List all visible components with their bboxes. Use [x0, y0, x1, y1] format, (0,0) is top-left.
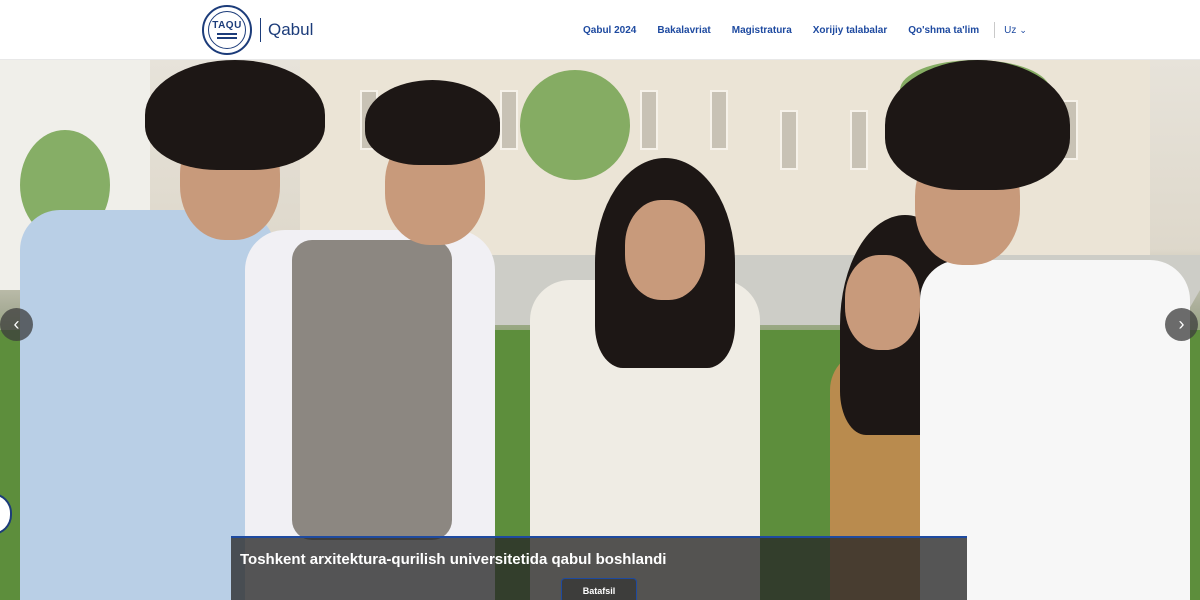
- main-nav: Qabul 2024 Bakalavriat Magistratura Xori…: [583, 0, 1027, 60]
- chevron-left-icon: ‹: [13, 314, 20, 334]
- site-header: TAQU Qabul Qabul 2024 Bakalavriat Magist…: [0, 0, 1200, 60]
- nav-item-bakalavriat[interactable]: Bakalavriat: [657, 25, 710, 36]
- slide-caption-title: Toshkent arxitektura-qurilish universite…: [240, 551, 667, 568]
- brand-divider: [260, 18, 261, 42]
- chevron-right-icon: ›: [1178, 314, 1185, 334]
- nav-item-xorijiy-talabalar[interactable]: Xorijiy talabalar: [813, 25, 887, 36]
- brand[interactable]: TAQU Qabul: [202, 5, 313, 55]
- nav-item-qabul-2024[interactable]: Qabul 2024: [583, 25, 636, 36]
- nav-item-magistratura[interactable]: Magistratura: [732, 25, 792, 36]
- university-logo[interactable]: TAQU: [202, 5, 252, 55]
- chevron-down-icon: ⌄: [1019, 24, 1027, 35]
- language-label: Uz: [1004, 24, 1017, 36]
- slider-next-button[interactable]: ›: [1165, 308, 1198, 341]
- details-button[interactable]: Batafsil: [561, 578, 637, 600]
- nav-item-qoshma-talim[interactable]: Qo'shma ta'lim: [908, 25, 979, 36]
- logo-emblem: TAQU: [208, 11, 246, 49]
- language-selector[interactable]: Uz ⌄: [1004, 25, 1027, 36]
- hero-image-tree: [520, 70, 630, 180]
- logo-text: TAQU: [212, 20, 242, 31]
- slider-prev-button[interactable]: ‹: [0, 308, 33, 341]
- brand-name[interactable]: Qabul: [268, 20, 313, 40]
- slide-caption: Toshkent arxitektura-qurilish universite…: [231, 536, 967, 600]
- nav-divider: [994, 22, 996, 38]
- hero-slider: ‹ › Toshkent arxitektura-qurilish univer…: [0, 60, 1200, 600]
- building-icon: [217, 33, 237, 39]
